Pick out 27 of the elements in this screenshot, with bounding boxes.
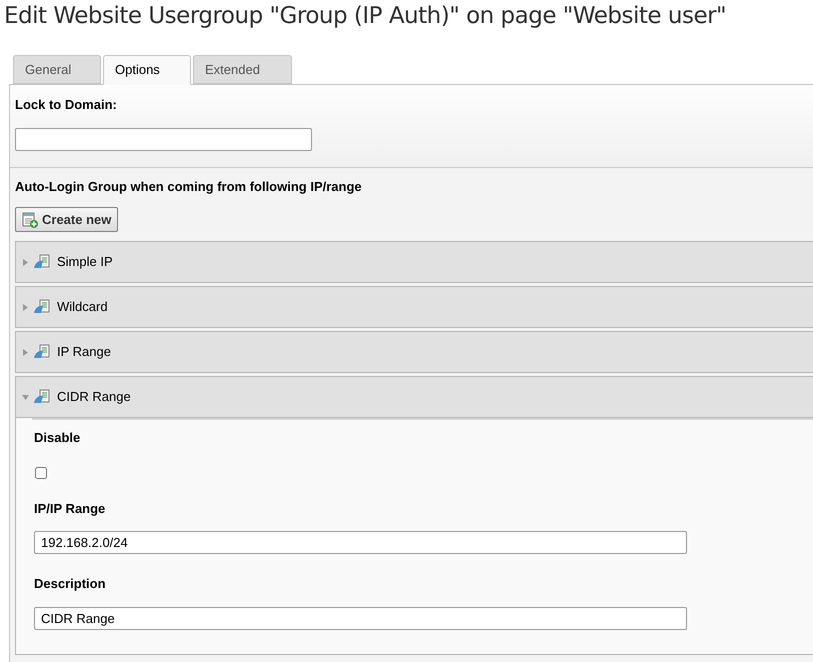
section-label: Auto-Login Group when coming from following IP/range: [15, 178, 362, 196]
record-icon: [33, 299, 51, 315]
disable-checkbox[interactable]: [35, 466, 47, 478]
page-title: Edit Website Usergroup "Group (IP Auth)" on page "Website user": [4, 5, 726, 28]
tab[interactable]: Options: [103, 55, 191, 85]
record-header[interactable]: CIDR Range: [16, 377, 813, 417]
tab[interactable]: Extended: [193, 55, 292, 84]
create-new-button[interactable]: Create new: [15, 207, 118, 232]
collapse-caret-icon: [22, 394, 29, 400]
domain-input[interactable]: [15, 128, 312, 150]
record-header[interactable]: IP Range: [16, 332, 813, 372]
field-label: Disable: [34, 429, 80, 447]
expand-caret-icon: [22, 304, 29, 310]
record-icon: [33, 389, 51, 405]
field-label: Lock to Domain:: [15, 96, 117, 114]
new-record-icon: [22, 212, 38, 228]
record-header[interactable]: Wildcard: [16, 287, 813, 327]
text-input[interactable]: CIDR Range: [34, 606, 687, 630]
text-input[interactable]: 192.168.2.0/24: [34, 531, 687, 554]
field-label: Description: [34, 575, 106, 593]
tab[interactable]: General: [13, 55, 101, 84]
expand-caret-icon: [22, 258, 29, 266]
record-header[interactable]: Simple IP: [16, 242, 813, 282]
expand-caret-icon: [22, 348, 29, 356]
record-icon: [33, 254, 51, 270]
record-icon: [33, 344, 51, 360]
field-label: IP/IP Range: [34, 500, 106, 518]
